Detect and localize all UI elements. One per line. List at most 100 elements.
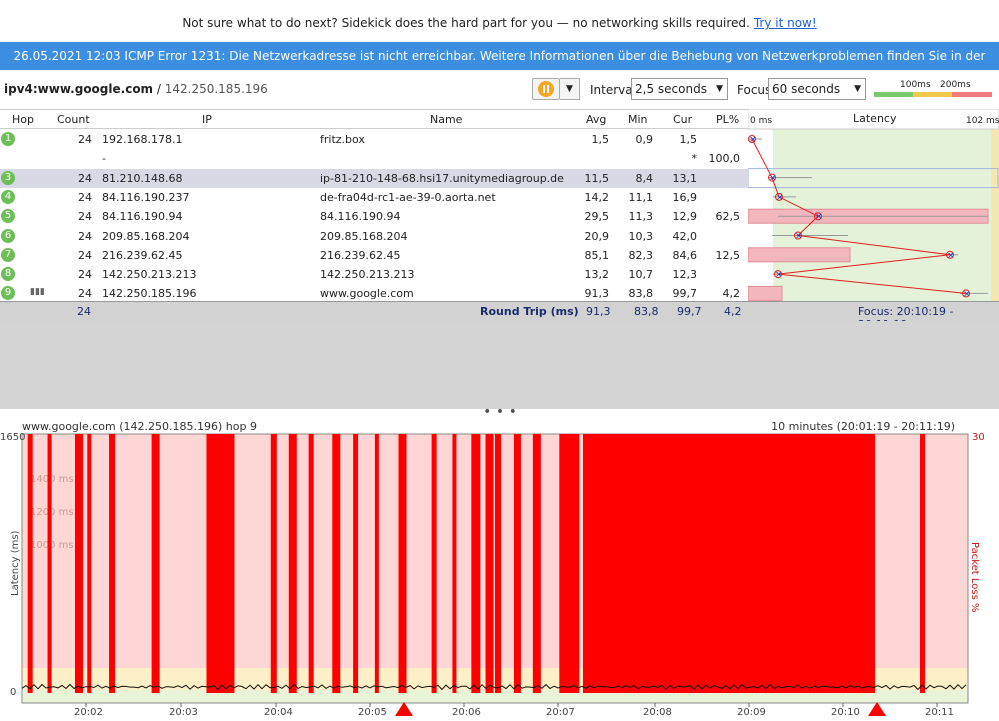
latency-header-label: 0 ms <box>750 116 772 126</box>
packet-loss-bar <box>151 434 160 693</box>
round-trip-avg: 91,3 <box>586 305 611 318</box>
round-trip-cur: 99,7 <box>677 305 702 318</box>
col-avg[interactable]: Avg <box>586 113 606 126</box>
hop-number: 3 <box>1 170 15 185</box>
cell-min: 11,3 <box>628 210 654 224</box>
pause-button[interactable] <box>532 78 560 100</box>
empty-area <box>0 321 999 409</box>
latency-cur-marker: × <box>947 251 955 261</box>
col-hop[interactable]: Hop <box>12 113 34 126</box>
cell-min: 83,8 <box>628 287 654 301</box>
col-name[interactable]: Name <box>430 113 462 126</box>
cell-name: 142.250.213.213 <box>320 268 415 282</box>
packet-loss-bar <box>87 434 92 693</box>
y-tick-bottom: 0 <box>10 687 16 698</box>
cell-avg: 11,5 <box>584 171 610 185</box>
hop-number: 8 <box>1 267 15 282</box>
latency-cur-marker: × <box>749 135 757 145</box>
table-row[interactable]: - * 100,0 <box>0 149 748 168</box>
cell-pl: 100,0 <box>708 152 741 166</box>
interval-select[interactable]: 2,5 seconds ▼ <box>631 78 728 100</box>
cell-cur: 99,7 <box>672 287 698 301</box>
round-trip-min: 83,8 <box>634 305 659 318</box>
cell-avg: 29,5 <box>584 210 610 224</box>
promo-banner: Not sure what to do next? Sidekick does … <box>0 0 999 42</box>
cell-count: 24 <box>78 190 92 204</box>
target-host: ipv4:www.google.com <box>4 82 154 96</box>
promo-link[interactable]: Try it now! <box>754 16 817 30</box>
focus-select[interactable]: 60 seconds ▼ <box>768 78 866 100</box>
cell-pl: 62,5 <box>715 210 741 224</box>
table-row[interactable]: 1 24 192.168.178.1 fritz.box 1,5 0,9 1,5 <box>0 130 748 149</box>
round-trip-row: 24 Round Trip (ms) 91,3 83,8 99,7 4,2 Fo… <box>0 301 999 331</box>
target-label: ipv4:www.google.com / 142.250.185.196 <box>4 82 268 96</box>
x-tick-label: 20:09 <box>737 707 766 718</box>
cell-cur: 12,3 <box>672 268 698 282</box>
pause-menu-button[interactable]: ▼ <box>560 78 580 100</box>
col-ip[interactable]: IP <box>202 113 212 126</box>
packet-loss-bar <box>452 434 457 693</box>
cell-count: 24 <box>78 133 92 146</box>
latency-cur-marker: × <box>815 212 823 222</box>
table-row[interactable]: 3 24 81.210.148.68 ip-81-210-148-68.hsi17.u… <box>0 168 748 188</box>
latency-header-label: Latency <box>853 112 897 125</box>
x-tick-label: 20:03 <box>169 707 198 718</box>
table-row[interactable]: 6 24 209.85.168.204 209.85.168.204 20,9 10,3 4… <box>0 227 748 246</box>
chevron-down-icon: ▼ <box>566 84 573 94</box>
packet-loss-bar <box>27 434 33 693</box>
latency-scale: 100ms 200ms <box>874 80 992 98</box>
cell-min: 8,4 <box>635 171 654 185</box>
round-trip-pl: 4,2 <box>724 305 742 318</box>
col-min[interactable]: Min <box>628 113 648 126</box>
hop-number: 4 <box>1 189 15 204</box>
cell-min: 10,3 <box>628 229 654 243</box>
cell-count: 24 <box>78 287 92 301</box>
packet-loss-bar <box>532 434 541 693</box>
packet-loss-bar <box>74 434 83 693</box>
packet-loss-bar <box>471 434 481 693</box>
col-count[interactable]: Count <box>57 113 90 126</box>
col-cur[interactable]: Cur <box>673 113 692 126</box>
table-row[interactable]: 7 24 216.239.62.45 216.239.62.45 85,1 82,3 84,… <box>0 246 748 265</box>
cell-ip: - <box>102 152 106 166</box>
packet-loss-bar <box>559 434 580 693</box>
packet-loss-bar <box>270 434 277 693</box>
table-header: Hop Count IP Name Avg Min Cur PL% <box>0 109 748 129</box>
latency-cur-marker: × <box>963 289 971 299</box>
cell-count: 24 <box>78 248 92 262</box>
focus-value: 60 seconds <box>772 82 841 96</box>
packet-loss-bar <box>288 434 297 693</box>
packet-loss-bar <box>495 434 501 693</box>
round-trip-label: Round Trip (ms) <box>480 305 579 318</box>
hop-number: 6 <box>1 228 15 243</box>
chevron-down-icon: ▼ <box>854 84 861 94</box>
latency-zone-yellow <box>991 109 999 304</box>
packet-loss-bar <box>748 247 851 263</box>
table-row[interactable]: 5 24 84.116.190.94 84.116.190.94 29,5 11,3 12,… <box>0 207 748 226</box>
cell-name: ip-81-210-148-68.hsi17.unitymediagroup.d… <box>320 171 564 185</box>
latency-cur-marker: × <box>769 174 777 184</box>
timeline-plot: 1650 0 30 1400 ms 1200 ms 1000 ms Latency (ms)… <box>0 432 985 718</box>
pause-icon <box>538 81 554 97</box>
x-tick-label: 20:04 <box>264 707 293 718</box>
cell-avg: 14,2 <box>584 190 610 204</box>
cell-cur: 13,1 <box>672 171 698 185</box>
table-row[interactable]: 4 24 84.116.190.237 de-fra04d-rc1-ae-39-0.a… <box>0 188 748 207</box>
col-pl[interactable]: PL% <box>716 113 739 126</box>
y2-tick-top: 30 <box>972 432 985 443</box>
cell-ip: 81.210.148.68 <box>102 171 183 185</box>
packet-loss-bar <box>431 434 437 693</box>
cell-avg: 1,5 <box>591 133 610 146</box>
focus-label: Focus <box>737 83 772 97</box>
packet-loss-bar <box>513 434 521 693</box>
x-tick-label: 20:11 <box>925 707 954 718</box>
cell-name: www.google.com <box>320 287 414 301</box>
latency-zone-green <box>773 109 991 304</box>
scale-bar <box>874 92 992 97</box>
table-row[interactable]: 8 24 142.250.213.213 142.250.213.213 13,2 10,… <box>0 265 748 284</box>
latency-cur-marker: × <box>776 193 784 203</box>
hop-number: 9 <box>1 286 15 301</box>
bar-chart-icon[interactable]: ▮▮▮ <box>30 287 45 297</box>
timeline-chart: www.google.com (142.250.185.196) hop 9 1… <box>0 416 999 721</box>
latency-cur-marker: × <box>795 232 803 242</box>
